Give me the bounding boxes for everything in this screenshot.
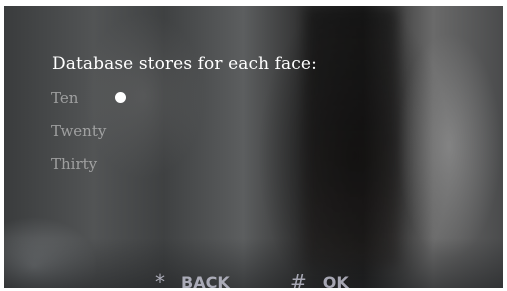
background-photo-floor [4, 238, 503, 288]
ok-label: OK [322, 273, 349, 288]
selected-indicator-icon [115, 92, 126, 103]
option-thirty[interactable]: Thirty [51, 155, 97, 173]
back-softkey[interactable]: * BACK [155, 269, 230, 288]
option-ten[interactable]: Ten [51, 89, 78, 107]
back-label: BACK [181, 273, 230, 288]
asterisk-key-icon: * [155, 270, 165, 288]
hash-key-icon: # [290, 270, 307, 288]
menu-title: Database stores for each face: [52, 54, 317, 74]
ok-softkey[interactable]: # OK [290, 269, 349, 288]
option-twenty[interactable]: Twenty [51, 122, 106, 140]
background-photo-door [304, 6, 399, 266]
device-screen: Database stores for each face: Ten Twent… [4, 6, 503, 288]
